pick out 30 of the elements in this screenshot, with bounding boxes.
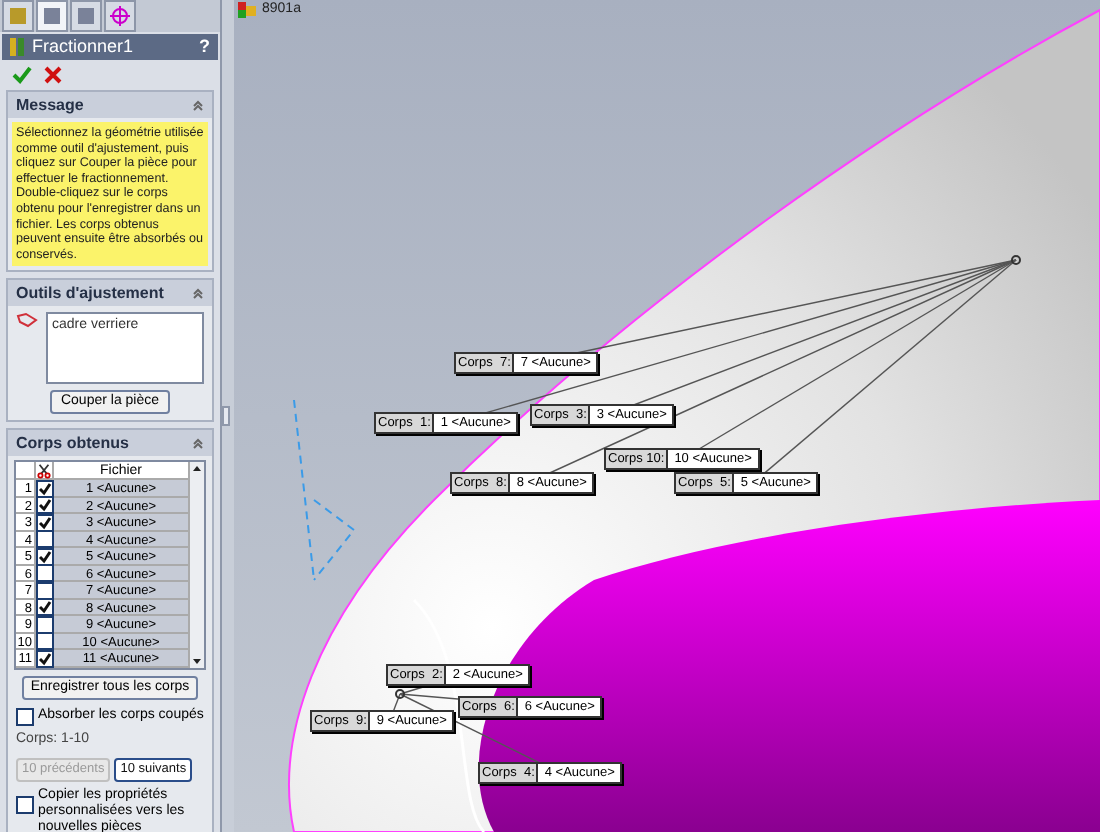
panel-tab[interactable]	[36, 0, 68, 32]
checkbox[interactable]	[16, 707, 34, 726]
collapse-icon[interactable]	[192, 287, 204, 300]
panel-tab[interactable]	[104, 0, 136, 32]
section-header[interactable]: Outils d'ajustement	[8, 280, 212, 307]
section-title: Corps obtenus	[16, 431, 129, 456]
checkbox[interactable]	[35, 496, 53, 515]
ok-check-icon[interactable]	[12, 66, 32, 84]
panel-title: Fractionner1	[32, 33, 134, 60]
split-icon	[10, 38, 24, 56]
collapse-icon[interactable]	[192, 99, 204, 111]
checkbox[interactable]	[35, 564, 53, 583]
checkbox[interactable]	[35, 598, 53, 617]
section-header[interactable]: Message	[8, 92, 212, 118]
face-selection-icon	[16, 312, 38, 329]
checkbox[interactable]	[35, 632, 53, 651]
part-icon	[238, 2, 256, 19]
crosshair-icon	[110, 6, 130, 26]
collapse-icon[interactable]	[192, 437, 204, 450]
section-title: Message	[16, 93, 84, 117]
scrollbar[interactable]	[188, 462, 204, 668]
help-button[interactable]: ?	[199, 33, 210, 61]
cancel-x-icon[interactable]	[44, 66, 62, 84]
checkbox[interactable]	[35, 530, 53, 549]
scroll-up-icon[interactable]	[190, 462, 204, 477]
section-header[interactable]: Corps obtenus	[8, 430, 212, 457]
section-title: Outils d'ajustement	[16, 281, 164, 306]
checkbox[interactable]	[16, 795, 34, 814]
splitter-handle[interactable]	[222, 406, 230, 426]
panel-tab[interactable]	[70, 0, 102, 32]
